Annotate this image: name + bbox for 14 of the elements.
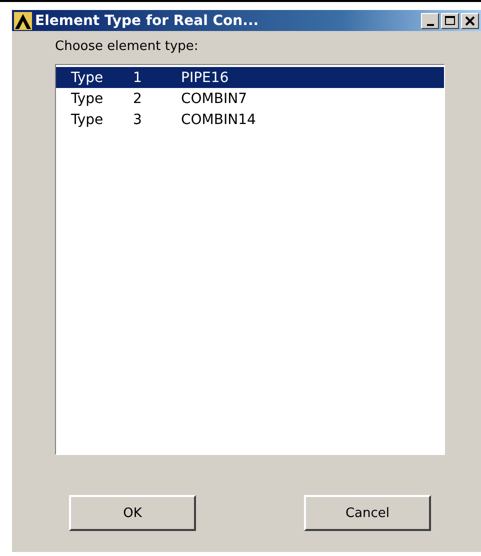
list-item[interactable]: Type 1 PIPE16	[56, 67, 444, 88]
ok-button[interactable]: OK	[69, 495, 196, 531]
prompt-label: Choose element type:	[55, 39, 200, 54]
list-item[interactable]: Type 3 COMBIN14	[56, 109, 444, 130]
logo-icon	[14, 12, 32, 30]
minimize-button[interactable]	[421, 12, 439, 28]
maximize-button[interactable]	[441, 12, 459, 28]
close-button[interactable]	[461, 12, 479, 28]
close-icon	[464, 14, 476, 26]
window-title: Element Type for Real Con...	[35, 12, 260, 28]
cancel-button[interactable]: Cancel	[304, 495, 431, 531]
list-item[interactable]: Type 2 COMBIN7	[56, 88, 444, 109]
minimize-icon	[426, 24, 434, 26]
maximize-icon	[444, 14, 456, 26]
